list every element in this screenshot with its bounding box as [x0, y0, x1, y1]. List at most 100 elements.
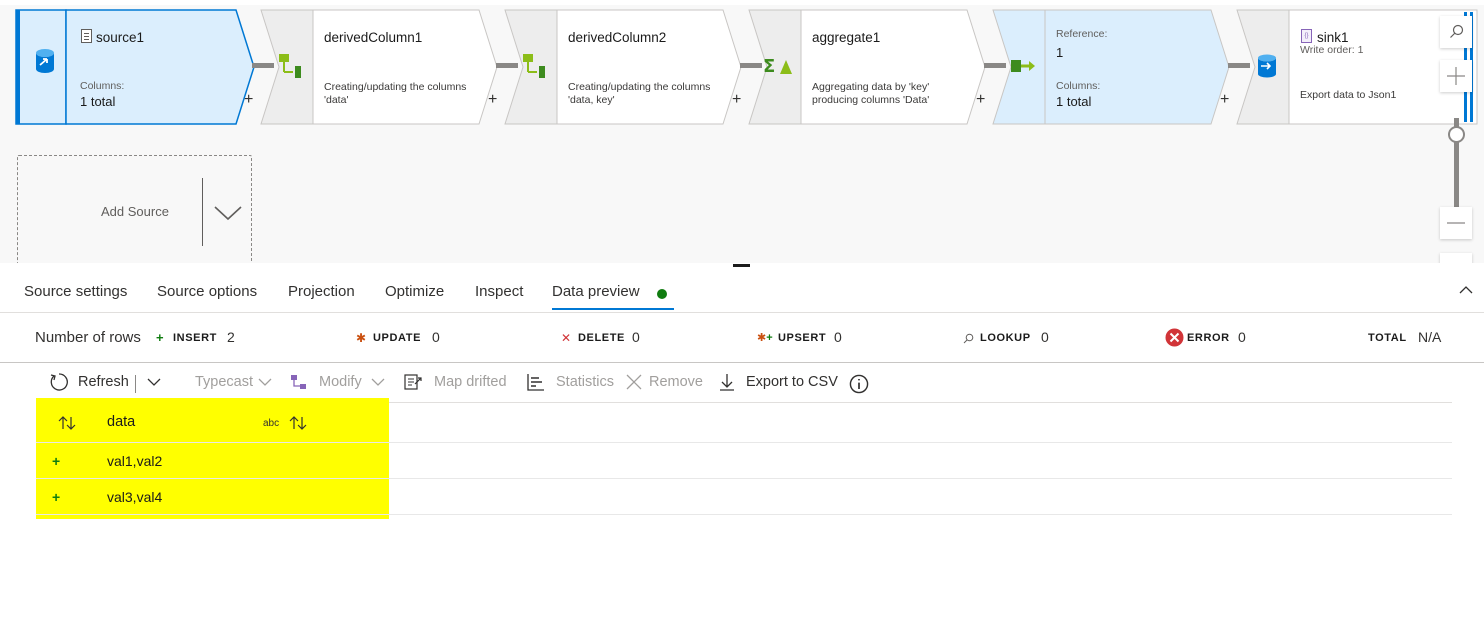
map-drifted-button[interactable]: Map drifted: [434, 374, 507, 390]
refresh-icon[interactable]: [49, 372, 69, 392]
close-icon: [626, 374, 642, 390]
modify-columns-icon: [291, 375, 306, 389]
export-to-csv-button[interactable]: Export to CSV: [746, 374, 838, 390]
grid-row-divider: [36, 514, 1452, 515]
node-derivedColumn1[interactable]: derivedColumn1 Creating/updating the col…: [260, 9, 501, 125]
source1-title: source1: [96, 30, 145, 45]
tab-data-preview[interactable]: Data preview: [552, 283, 640, 300]
dataflow-canvas[interactable]: source1 Columns: 1 total + derivedColumn…: [0, 0, 1484, 263]
derivedColumn2-description-line1: Creating/updating the columns: [568, 81, 711, 93]
total-label: TOTAL: [1368, 332, 1407, 344]
tab-inspect[interactable]: Inspect: [475, 283, 523, 300]
remove-button[interactable]: Remove: [649, 374, 703, 390]
derivedColumn1-description-line2: 'data': [324, 94, 349, 106]
chevron-down-icon[interactable]: [213, 204, 243, 222]
aggregate-sigma-icon: Σ: [763, 56, 792, 86]
zoom-slider-handle[interactable]: [1448, 126, 1465, 143]
error-label: ERROR: [1187, 332, 1230, 344]
reference-value: 1: [1056, 45, 1064, 60]
statistics-button[interactable]: Statistics: [556, 374, 614, 390]
info-icon[interactable]: [849, 374, 869, 394]
tab-source-settings[interactable]: Source settings: [24, 283, 127, 300]
add-after-derivedColumn1-button[interactable]: +: [488, 92, 497, 108]
chevron-down-icon[interactable]: [255, 372, 275, 392]
data-preview-toolbar: Refresh Typecast Modify Map drifted Stat…: [0, 363, 1484, 403]
canvas-top-strip: [0, 0, 1484, 5]
column-type-string: abc: [263, 418, 280, 429]
reference-columns-label: Columns:: [1056, 80, 1101, 92]
add-after-derivedColumn2-button[interactable]: +: [732, 92, 741, 108]
upsert-label: UPSERT: [778, 332, 827, 344]
update-count: 0: [432, 329, 440, 345]
error-icon: [1165, 328, 1184, 347]
insert-icon: +: [156, 330, 164, 345]
fit-to-view-button[interactable]: [1440, 253, 1472, 263]
zoom-out-button[interactable]: [1440, 207, 1472, 239]
active-tab-indicator: [552, 308, 674, 310]
source1-columns-value: 1 total: [80, 94, 116, 109]
sink1-title: sink1: [1317, 30, 1349, 45]
data-preview-status-dot: [657, 289, 667, 299]
map-drifted-icon: [404, 374, 422, 390]
aggregate1-title: aggregate1: [812, 30, 881, 45]
grid-row-divider: [36, 478, 1452, 479]
tab-source-options[interactable]: Source options: [157, 283, 257, 300]
delete-icon: ✕: [561, 331, 572, 345]
download-icon: [720, 374, 734, 391]
column-header-data[interactable]: data: [107, 414, 135, 430]
node-derivedColumn2[interactable]: derivedColumn2 Creating/updating the col…: [504, 9, 745, 125]
add-source-divider: [202, 178, 203, 246]
add-source-button[interactable]: Add Source: [17, 155, 252, 263]
add-after-aggregate1-button[interactable]: +: [976, 92, 985, 108]
insert-row-indicator: +: [52, 453, 61, 469]
aggregate1-description-line1: Aggregating data by 'key': [812, 81, 930, 93]
zoom-in-button[interactable]: [1440, 60, 1472, 92]
add-after-source1-button[interactable]: +: [244, 92, 253, 108]
node-source1[interactable]: source1 Columns: 1 total: [15, 9, 256, 125]
aggregate1-description-line2: producing columns 'Data': [812, 94, 930, 106]
search-icon: [1450, 24, 1464, 38]
error-count: 0: [1238, 329, 1246, 345]
upsert-icon: ✱+: [757, 332, 773, 344]
derivedColumn2-title: derivedColumn2: [568, 30, 667, 45]
file-icon: [81, 29, 92, 43]
toolbar-separator: [135, 375, 136, 393]
row-count-summary: Number of rows + INSERT 2 ✱ UPDATE 0 ✕ D…: [0, 313, 1484, 363]
chevron-up-icon[interactable]: [1458, 284, 1474, 296]
sort-icon[interactable]: [57, 414, 77, 432]
derived-column-icon: [277, 54, 305, 84]
minus-icon: [1447, 222, 1465, 224]
table-cell: val1,val2: [107, 453, 163, 469]
svg-text:Σ: Σ: [763, 56, 775, 76]
tab-projection[interactable]: Projection: [288, 283, 355, 300]
derivedColumn2-description-line2: 'data, key': [568, 94, 615, 106]
refresh-button[interactable]: Refresh: [78, 374, 129, 390]
settings-tabs: Source settings Source options Projectio…: [0, 267, 1484, 313]
chevron-down-icon[interactable]: [368, 372, 388, 392]
derivedColumn1-title: derivedColumn1: [324, 30, 423, 45]
delete-label: DELETE: [578, 332, 625, 344]
update-label: UPDATE: [373, 332, 422, 344]
node-reference[interactable]: Reference: 1 Columns: 1 total: [992, 9, 1233, 125]
delete-count: 0: [632, 329, 640, 345]
source1-columns-label: Columns:: [80, 80, 125, 92]
grid-row-divider: [36, 442, 1452, 443]
json-file-icon: {}: [1301, 29, 1312, 43]
lookup-label: LOOKUP: [980, 332, 1031, 344]
select-columns-icon: [1011, 58, 1039, 88]
lookup-count: 0: [1041, 329, 1049, 345]
sort-icon[interactable]: [288, 414, 308, 432]
upsert-count: 0: [834, 329, 842, 345]
plus-icon: [1447, 67, 1465, 85]
modify-button[interactable]: Modify: [319, 374, 362, 390]
update-icon: ✱: [356, 331, 367, 345]
tab-optimize[interactable]: Optimize: [385, 283, 444, 300]
chevron-down-icon[interactable]: [144, 372, 164, 392]
total-count: N/A: [1418, 329, 1442, 345]
add-after-reference-button[interactable]: +: [1220, 92, 1229, 108]
typecast-button[interactable]: Typecast: [195, 374, 253, 390]
sink1-write-order: Write order: 1: [1300, 44, 1364, 56]
derived-column-icon: [521, 54, 549, 84]
node-aggregate1[interactable]: Σ aggregate1 Aggregating data by 'key' p…: [748, 9, 989, 125]
canvas-search-button[interactable]: [1440, 16, 1472, 48]
